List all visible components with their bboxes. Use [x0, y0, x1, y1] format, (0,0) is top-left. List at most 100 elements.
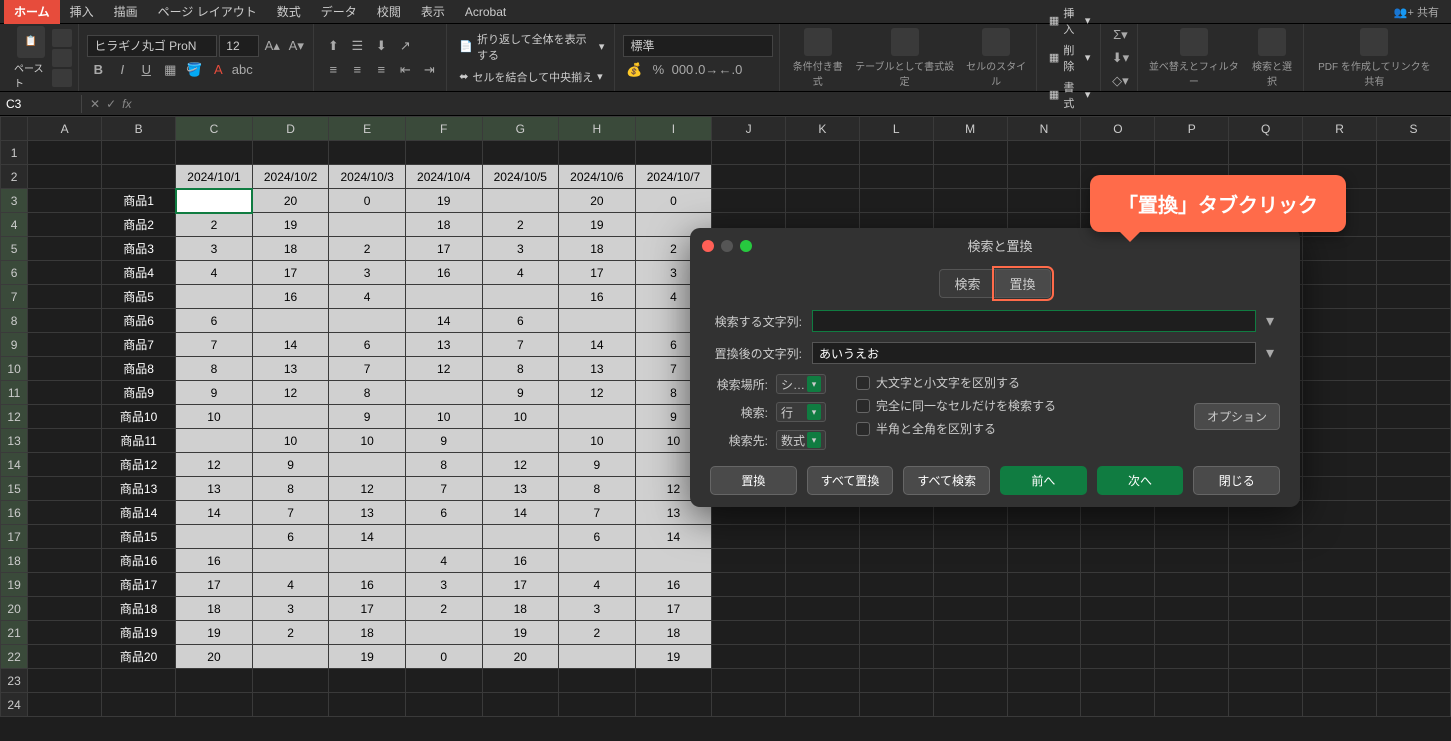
cell-B5[interactable]: 商品3 [102, 237, 176, 261]
cell-L18[interactable] [859, 549, 933, 573]
cell-D24[interactable] [252, 693, 329, 717]
cell-A18[interactable] [28, 549, 102, 573]
cell-G11[interactable]: 9 [482, 381, 559, 405]
cell-D10[interactable]: 13 [252, 357, 329, 381]
replace-button[interactable]: 置換 [710, 466, 797, 495]
menu-tab-review[interactable]: 校閲 [367, 0, 411, 24]
cell-M17[interactable] [933, 525, 1007, 549]
autosum-button[interactable]: Σ▾ [1109, 24, 1131, 46]
cell-E2[interactable]: 2024/10/3 [329, 165, 406, 189]
cell-P24[interactable] [1155, 693, 1229, 717]
cell-I2[interactable]: 2024/10/7 [635, 165, 712, 189]
cell-A1[interactable] [28, 141, 102, 165]
cell-K19[interactable] [785, 573, 859, 597]
col-header-S[interactable]: S [1377, 117, 1451, 141]
cell-F14[interactable]: 8 [405, 453, 482, 477]
cell-S3[interactable] [1377, 189, 1451, 213]
cell-R7[interactable] [1303, 285, 1377, 309]
col-header-K[interactable]: K [785, 117, 859, 141]
col-header-O[interactable]: O [1081, 117, 1155, 141]
fill-color-button[interactable]: 🪣 [183, 59, 205, 81]
cell-D13[interactable]: 10 [252, 429, 329, 453]
find-input[interactable] [812, 310, 1256, 332]
cell-D4[interactable]: 19 [252, 213, 329, 237]
cell-J23[interactable] [712, 669, 786, 693]
cell-E18[interactable] [329, 549, 406, 573]
cell-D3[interactable]: 20 [252, 189, 329, 213]
confirm-formula-icon[interactable]: ✓ [106, 97, 116, 111]
cell-R16[interactable] [1303, 501, 1377, 525]
menu-tab-insert[interactable]: 挿入 [60, 0, 104, 24]
cell-I20[interactable]: 17 [635, 597, 712, 621]
cell-O18[interactable] [1081, 549, 1155, 573]
cell-C15[interactable]: 13 [176, 477, 253, 501]
cell-C13[interactable] [176, 429, 253, 453]
cell-R17[interactable] [1303, 525, 1377, 549]
cell-E8[interactable] [329, 309, 406, 333]
cell-B24[interactable] [102, 693, 176, 717]
increase-decimal-button[interactable]: .0→ [695, 59, 717, 81]
cell-Q1[interactable] [1229, 141, 1303, 165]
cut-button[interactable] [52, 29, 72, 47]
col-header-B[interactable]: B [102, 117, 176, 141]
font-size-select[interactable] [219, 35, 259, 57]
percent-button[interactable]: % [647, 59, 669, 81]
cell-A23[interactable] [28, 669, 102, 693]
cell-N3[interactable] [1007, 189, 1081, 213]
row-header-4[interactable]: 4 [1, 213, 28, 237]
cell-C18[interactable]: 16 [176, 549, 253, 573]
insert-cells-button[interactable]: ▦ 挿入 ▾ [1045, 3, 1095, 39]
formula-input[interactable] [139, 102, 1451, 106]
cell-G15[interactable]: 13 [482, 477, 559, 501]
cell-S16[interactable] [1377, 501, 1451, 525]
cell-S14[interactable] [1377, 453, 1451, 477]
col-header-G[interactable]: G [482, 117, 559, 141]
cell-I3[interactable]: 0 [635, 189, 712, 213]
cell-G9[interactable]: 7 [482, 333, 559, 357]
row-header-14[interactable]: 14 [1, 453, 28, 477]
cell-G7[interactable] [482, 285, 559, 309]
format-as-table-button[interactable]: テーブルとして書式設定 [853, 26, 956, 90]
cell-B4[interactable]: 商品2 [102, 213, 176, 237]
cell-S5[interactable] [1377, 237, 1451, 261]
find-prev-button[interactable]: 前へ [1000, 466, 1087, 495]
cell-G4[interactable]: 2 [482, 213, 559, 237]
cell-F21[interactable] [405, 621, 482, 645]
menu-tab-formulas[interactable]: 数式 [267, 0, 311, 24]
cell-N20[interactable] [1007, 597, 1081, 621]
cell-H4[interactable]: 19 [559, 213, 636, 237]
cell-J2[interactable] [712, 165, 786, 189]
cell-E1[interactable] [329, 141, 406, 165]
cell-A10[interactable] [28, 357, 102, 381]
cell-S22[interactable] [1377, 645, 1451, 669]
cancel-formula-icon[interactable]: ✕ [90, 97, 100, 111]
cell-B11[interactable]: 商品9 [102, 381, 176, 405]
cell-R5[interactable] [1303, 237, 1377, 261]
cell-D18[interactable] [252, 549, 329, 573]
cell-F8[interactable]: 14 [405, 309, 482, 333]
indent-increase-button[interactable]: ⇥ [418, 59, 440, 81]
align-bottom-button[interactable]: ⬇ [370, 35, 392, 57]
align-top-button[interactable]: ⬆ [322, 35, 344, 57]
cell-C10[interactable]: 8 [176, 357, 253, 381]
cell-H3[interactable]: 20 [559, 189, 636, 213]
cell-A3[interactable] [28, 189, 102, 213]
cell-A16[interactable] [28, 501, 102, 525]
find-next-button[interactable]: 次へ [1097, 466, 1184, 495]
cell-H17[interactable]: 6 [559, 525, 636, 549]
cell-K2[interactable] [785, 165, 859, 189]
options-button[interactable]: オプション [1194, 403, 1280, 430]
cell-H15[interactable]: 8 [559, 477, 636, 501]
cell-E24[interactable] [329, 693, 406, 717]
cell-R12[interactable] [1303, 405, 1377, 429]
cell-B14[interactable]: 商品12 [102, 453, 176, 477]
cell-B13[interactable]: 商品11 [102, 429, 176, 453]
cell-N19[interactable] [1007, 573, 1081, 597]
cell-A22[interactable] [28, 645, 102, 669]
cell-P23[interactable] [1155, 669, 1229, 693]
cell-S17[interactable] [1377, 525, 1451, 549]
cell-F23[interactable] [405, 669, 482, 693]
menu-tab-draw[interactable]: 描画 [104, 0, 148, 24]
cell-A21[interactable] [28, 621, 102, 645]
cell-S18[interactable] [1377, 549, 1451, 573]
